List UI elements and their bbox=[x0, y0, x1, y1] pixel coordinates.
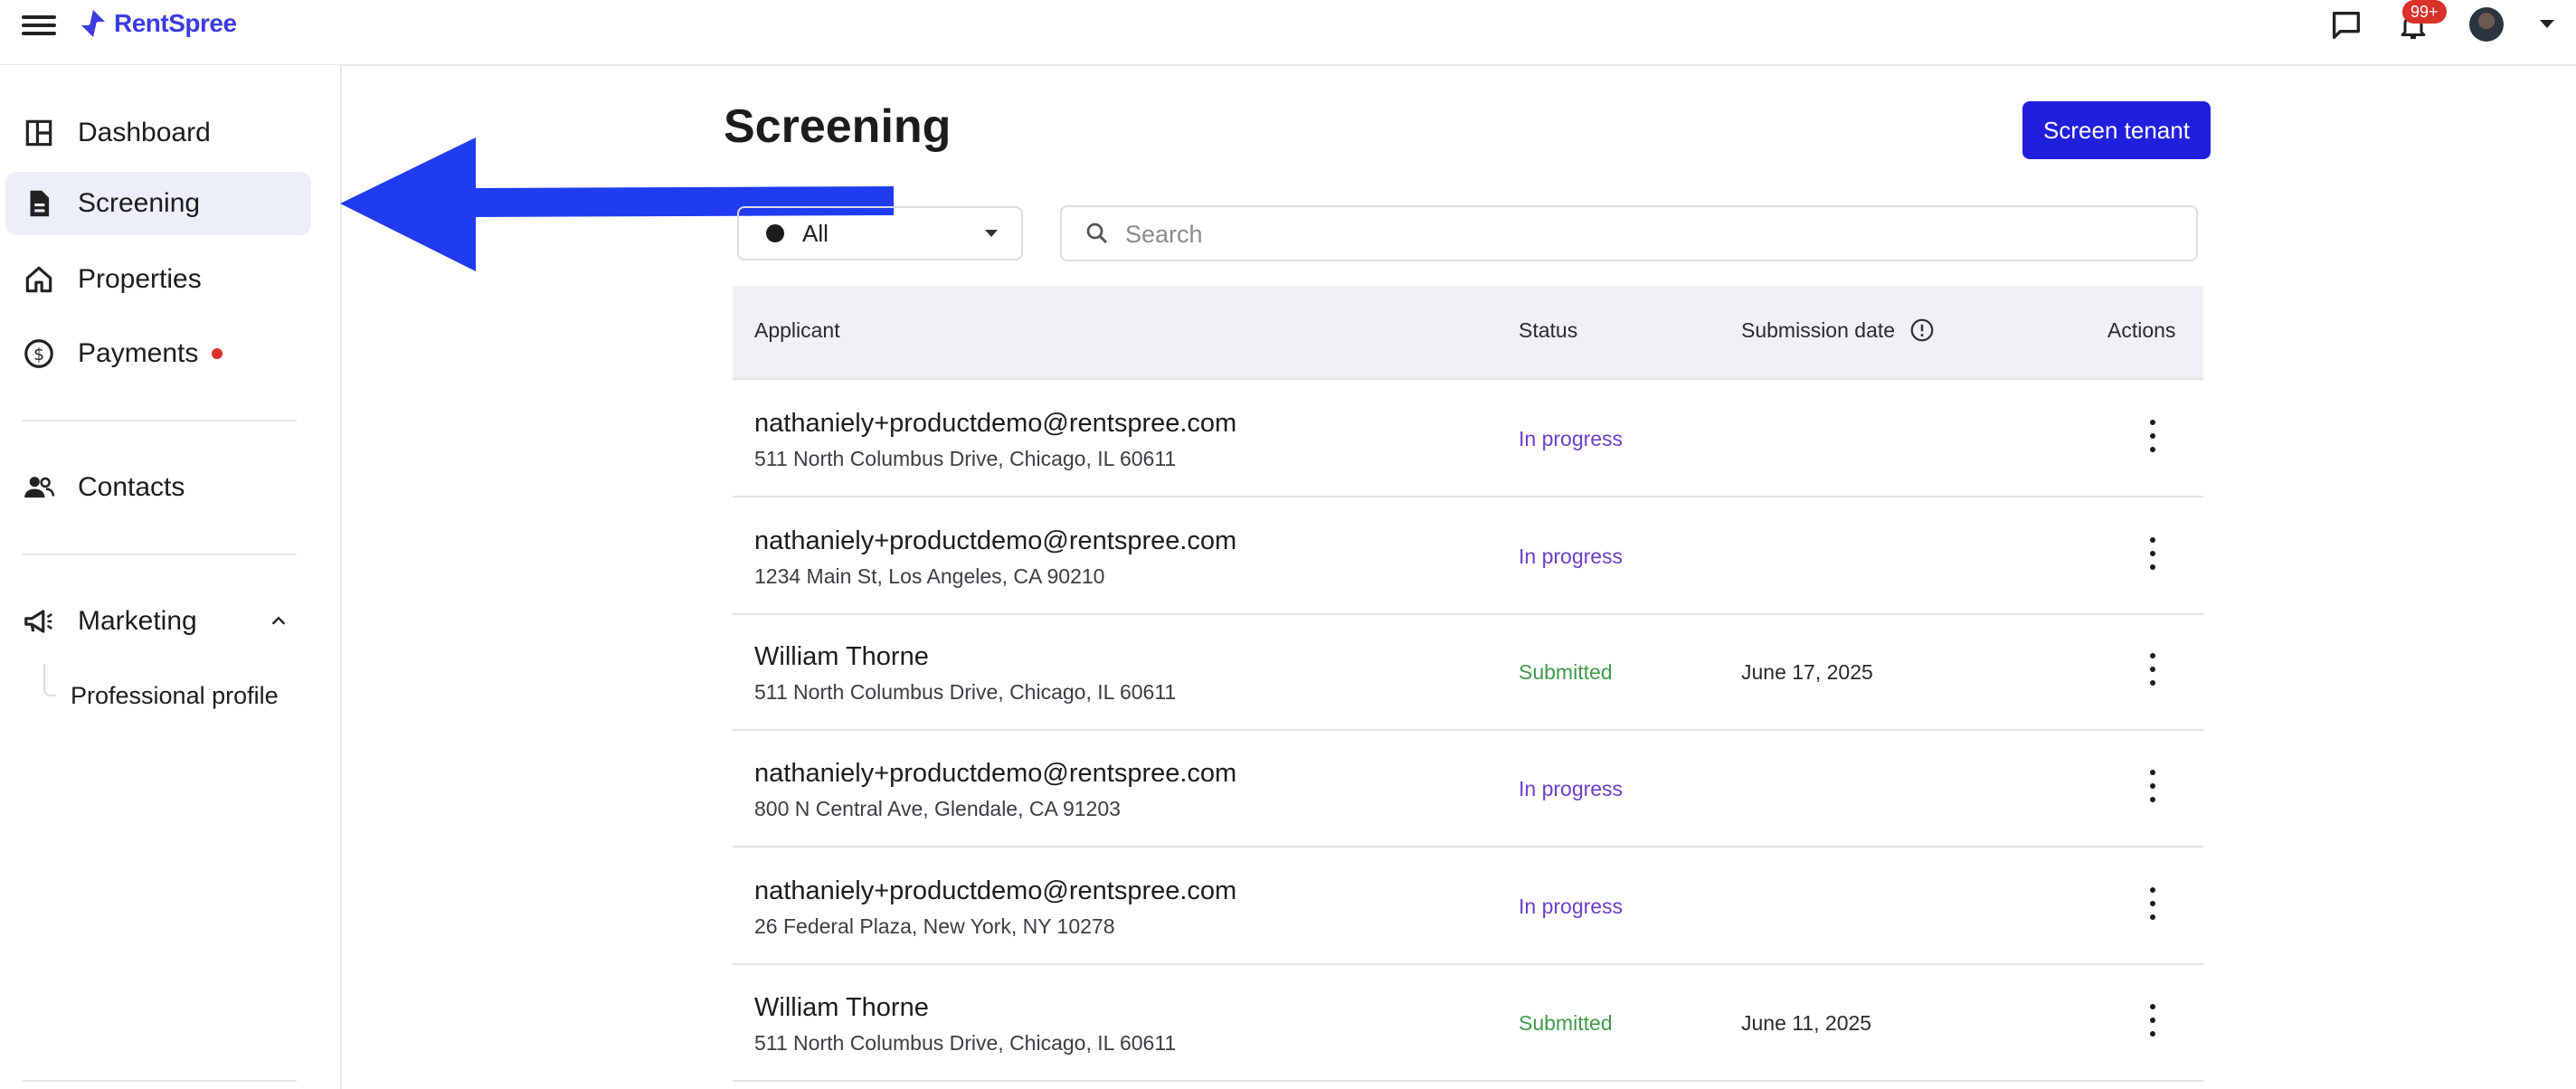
status-label: In progress bbox=[1519, 427, 1624, 450]
top-bar: RentSpree 99+ bbox=[0, 0, 2576, 66]
logo[interactable]: RentSpree bbox=[78, 5, 237, 42]
status-filter-select[interactable]: All bbox=[737, 206, 1023, 260]
sidebar-item-label: Properties bbox=[78, 264, 202, 294]
applicant-address: 511 North Columbus Drive, Chicago, IL 60… bbox=[754, 1031, 1177, 1055]
notification-badge: 99+ bbox=[2402, 0, 2447, 24]
more-actions-icon[interactable] bbox=[2140, 420, 2165, 452]
column-header-applicant: Applicant bbox=[754, 318, 840, 342]
search-field[interactable] bbox=[1060, 205, 2198, 261]
applicant-name[interactable]: William Thorne bbox=[754, 642, 929, 672]
table-row[interactable]: nathaniely+productdemo@rentspree.com 26 … bbox=[733, 848, 2203, 965]
column-header-status[interactable]: Status bbox=[1519, 318, 1577, 343]
account-chevron-down-icon[interactable] bbox=[2540, 20, 2554, 28]
search-icon bbox=[1086, 223, 1108, 244]
column-header-actions: Actions bbox=[2107, 318, 2176, 342]
status-label: Submitted bbox=[1519, 660, 1613, 684]
rentspree-logo-icon bbox=[81, 10, 105, 37]
chat-icon[interactable] bbox=[2328, 7, 2364, 43]
applicant-address: 26 Federal Plaza, New York, NY 10278 bbox=[754, 914, 1115, 938]
dropdown-arrow-icon bbox=[985, 230, 998, 237]
sidebar-item-label: Marketing bbox=[78, 606, 197, 636]
applicant-name[interactable]: nathaniely+productdemo@rentspree.com bbox=[754, 876, 1236, 906]
page-title: Screening bbox=[724, 100, 952, 153]
sidebar-item-properties[interactable]: Properties bbox=[5, 248, 311, 311]
table-header: Applicant Status Submission date Actions bbox=[733, 286, 2203, 380]
sidebar-item-payments[interactable]: $ Payments bbox=[5, 322, 311, 385]
applicant-address: 511 North Columbus Drive, Chicago, IL 60… bbox=[754, 447, 1177, 470]
status-label: In progress bbox=[1519, 895, 1624, 918]
avatar[interactable] bbox=[2469, 7, 2504, 42]
divider bbox=[22, 420, 297, 421]
info-icon[interactable] bbox=[1908, 317, 1936, 344]
table-row[interactable]: nathaniely+productdemo@rentspree.com 511… bbox=[733, 380, 2203, 497]
sidebar-item-contacts[interactable]: Contacts bbox=[5, 456, 311, 519]
table-row[interactable]: nathaniely+productdemo@rentspree.com 123… bbox=[733, 497, 2203, 615]
applicant-address: 800 N Central Ave, Glendale, CA 91203 bbox=[754, 797, 1121, 820]
more-actions-icon[interactable] bbox=[2140, 537, 2165, 570]
chevron-up-icon[interactable] bbox=[268, 611, 289, 631]
more-actions-icon[interactable] bbox=[2140, 653, 2165, 686]
status-label: Submitted bbox=[1519, 1011, 1613, 1035]
more-actions-icon[interactable] bbox=[2140, 770, 2165, 802]
sidebar: Dashboard Screening Properties $ Payment… bbox=[0, 65, 342, 1089]
applicant-address: 511 North Columbus Drive, Chicago, IL 60… bbox=[754, 680, 1177, 704]
sidebar-item-label: Payments bbox=[78, 338, 199, 368]
status-dot-icon bbox=[766, 224, 784, 242]
sidebar-item-label: Screening bbox=[78, 188, 201, 218]
document-icon bbox=[30, 190, 50, 217]
applicant-name[interactable]: William Thorne bbox=[754, 993, 929, 1023]
home-icon bbox=[25, 266, 52, 293]
table-row[interactable]: nathaniely+productdemo@rentspree.com 800… bbox=[733, 730, 2203, 848]
menu-icon[interactable] bbox=[22, 11, 56, 38]
status-label: In progress bbox=[1519, 777, 1624, 800]
applicant-name[interactable]: nathaniely+productdemo@rentspree.com bbox=[754, 526, 1236, 556]
megaphone-icon bbox=[24, 610, 52, 633]
tree-connector bbox=[43, 664, 56, 696]
more-actions-icon[interactable] bbox=[2140, 887, 2165, 920]
dollar-icon: $ bbox=[24, 339, 53, 368]
sidebar-item-label: Dashboard bbox=[78, 118, 211, 147]
divider bbox=[22, 554, 297, 555]
payments-alert-dot bbox=[212, 348, 223, 359]
applicant-name[interactable]: nathaniely+productdemo@rentspree.com bbox=[754, 759, 1236, 789]
table-row[interactable]: William Thorne 511 North Columbus Drive,… bbox=[733, 964, 2203, 1082]
more-actions-icon[interactable] bbox=[2140, 1004, 2165, 1037]
submission-date: June 11, 2025 bbox=[1741, 1011, 1872, 1035]
screen-tenant-button[interactable]: Screen tenant bbox=[2022, 101, 2211, 159]
submission-date: June 17, 2025 bbox=[1741, 660, 1873, 684]
applicant-address: 1234 Main St, Los Angeles, CA 90210 bbox=[754, 564, 1105, 588]
table-row[interactable]: William Thorne 511 North Columbus Drive,… bbox=[733, 613, 2203, 731]
dashboard-icon bbox=[25, 119, 52, 147]
sidebar-item-marketing[interactable]: Marketing bbox=[5, 590, 311, 653]
sidebar-item-label: Contacts bbox=[78, 472, 185, 502]
column-header-submission-date[interactable]: Submission date bbox=[1741, 318, 1895, 343]
status-label: In progress bbox=[1519, 544, 1624, 568]
people-icon bbox=[24, 477, 55, 498]
logo-text: RentSpree bbox=[114, 9, 237, 37]
svg-text:$: $ bbox=[33, 345, 44, 365]
search-input[interactable] bbox=[1123, 214, 2176, 254]
sidebar-item-dashboard[interactable]: Dashboard bbox=[5, 101, 311, 165]
applicant-name[interactable]: nathaniely+productdemo@rentspree.com bbox=[754, 409, 1236, 439]
divider bbox=[22, 1080, 297, 1082]
filter-selected-value: All bbox=[802, 219, 829, 247]
sidebar-item-professional-profile[interactable]: Professional profile bbox=[71, 682, 279, 710]
sidebar-item-screening[interactable]: Screening bbox=[5, 172, 311, 235]
